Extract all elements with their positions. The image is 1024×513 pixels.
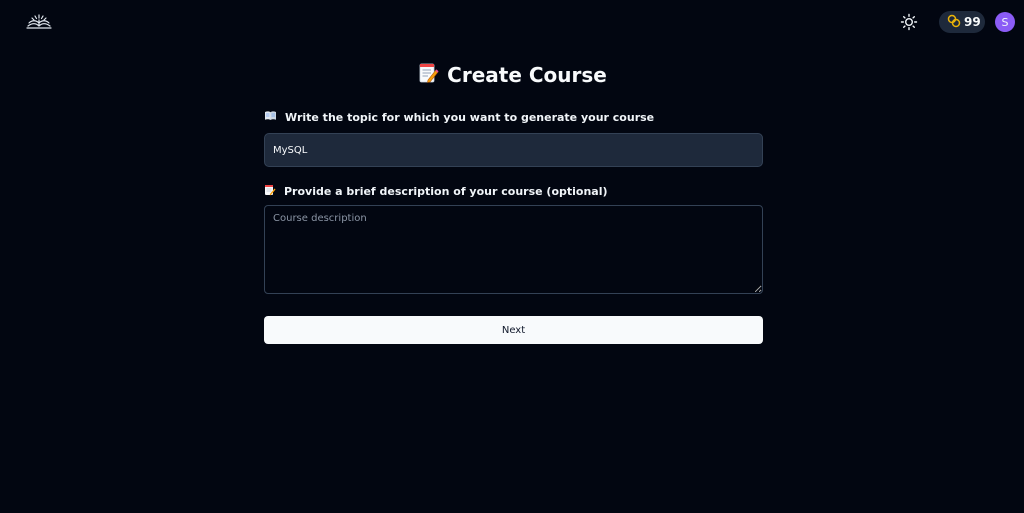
coins-icon: [947, 13, 961, 32]
topic-input[interactable]: [264, 133, 763, 167]
top-bar: 99 S: [0, 0, 1024, 44]
sun-icon[interactable]: [899, 12, 919, 32]
open-book-icon: [264, 110, 277, 124]
description-label-text: Provide a brief description of your cour…: [284, 184, 608, 198]
page-title-text: Create Course: [447, 63, 607, 87]
description-textarea[interactable]: [264, 205, 763, 294]
credits-badge[interactable]: 99: [939, 11, 985, 33]
memo-icon: [417, 62, 439, 88]
memo-icon: [264, 184, 276, 199]
credits-count: 99: [964, 15, 981, 29]
page-title: Create Course: [0, 60, 1024, 90]
next-button[interactable]: Next: [264, 316, 763, 344]
open-book-logo-icon[interactable]: [26, 12, 52, 30]
description-label: Provide a brief description of your cour…: [264, 183, 608, 199]
topic-label: Write the topic for which you want to ge…: [264, 109, 654, 125]
avatar[interactable]: S: [995, 12, 1015, 32]
topic-label-text: Write the topic for which you want to ge…: [285, 110, 655, 124]
